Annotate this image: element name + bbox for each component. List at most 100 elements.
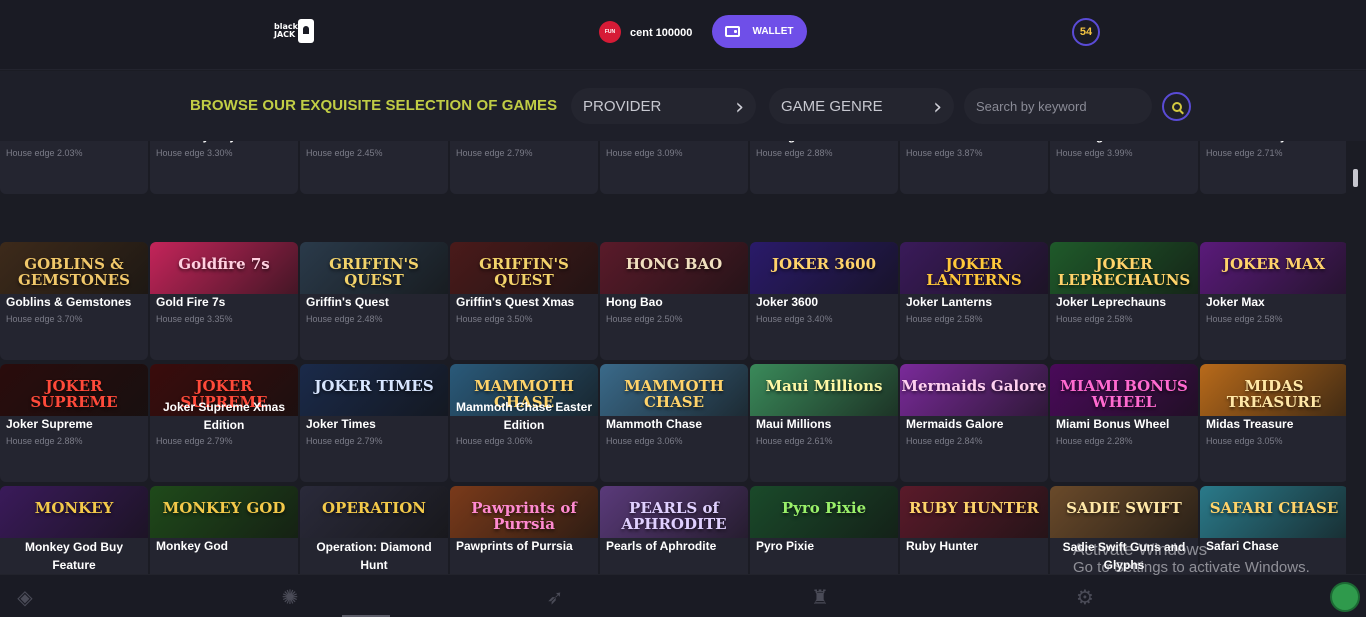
game-card[interactable]: GEMDesert GemHouse edge 2.03%: [0, 141, 148, 194]
game-name: Joker Supreme: [6, 417, 93, 431]
gear-icon[interactable]: ⚙: [1073, 585, 1097, 609]
house-edge: House edge 2.58%: [906, 314, 983, 324]
game-card[interactable]: JOKER MAX Joker Max House edge 2.58%: [1200, 242, 1346, 360]
game-card[interactable]: JOKER SUPREME Joker Supreme Xmas Edition H…: [150, 364, 298, 482]
casino-icon[interactable]: ◈: [13, 585, 37, 609]
provider-filter-label: PROVIDER: [583, 97, 662, 115]
game-thumbnail[interactable]: HONG BAO: [600, 242, 748, 294]
game-name: Miami Bonus Wheel: [1056, 417, 1170, 431]
game-card[interactable]: MIAMI BONUS WHEEL Miami Bonus Wheel House …: [1050, 364, 1198, 482]
game-card[interactable]: DUCKS TILL DAWNDucks Till DawnHouse edge…: [600, 141, 748, 194]
game-thumbnail[interactable]: GRIFFIN'S QUEST: [300, 242, 448, 294]
game-name: Mermaids Galore: [906, 417, 1004, 431]
game-thumbnail-title: Maui Millions: [765, 377, 883, 395]
game-name: Joker Supreme Xmas Edition: [162, 400, 286, 432]
game-thumbnail[interactable]: MIDAS TREASURE: [1200, 364, 1346, 416]
game-thumbnail[interactable]: RUBY HUNTER: [900, 486, 1048, 538]
game-name: Finnegan's Formula: [756, 141, 896, 143]
game-thumbnail[interactable]: MONKEY GOD: [150, 486, 298, 538]
game-thumbnail-title: MONKEY GOD: [162, 499, 286, 517]
game-card[interactable]: Goldfire 7s Gold Fire 7s House edge 3.35%: [150, 242, 298, 360]
game-card[interactable]: HONG BAO Hong Bao House edge 2.50%: [600, 242, 748, 360]
game-card[interactable]: GATES of BABYLONGates of BabylonHouse ed…: [1200, 141, 1346, 194]
game-name: Monkey God: [156, 539, 229, 553]
game-name: Joker 3600: [756, 295, 819, 309]
game-card[interactable]: JOKER 3600 Joker 3600 House edge 3.40%: [750, 242, 898, 360]
notification-badge[interactable]: 54: [1072, 18, 1100, 46]
game-card[interactable]: FIRE EAGLEFire EagleHouse edge 3.99%: [1050, 141, 1198, 194]
game-name: Griffin's Quest Xmas: [456, 295, 575, 309]
game-filter-bar: BROWSE OUR EXQUISITE SELECTION OF GAMES …: [0, 71, 1366, 141]
game-card[interactable]: FIREDRAKES FORTUNEFiredrake's FortuneHou…: [900, 141, 1048, 194]
game-card[interactable]: DOUBLE JOKERDouble JokerHouse edge 2.79%: [450, 141, 598, 194]
game-card[interactable]: PEARLS of APHRODITE Pearls of Aphrodite: [600, 486, 748, 574]
game-card[interactable]: MONKEY GOD Monkey God: [150, 486, 298, 574]
wallet-label: WALLET: [752, 26, 794, 37]
scrollbar[interactable]: [1346, 141, 1366, 574]
game-thumbnail[interactable]: GOBLINS & GEMSTONES: [0, 242, 148, 294]
game-card[interactable]: JOKER LEPRECHAUNS Joker Leprechauns House …: [1050, 242, 1198, 360]
game-card[interactable]: MAMMOTH CHASE Mammoth Chase Easter Editio…: [450, 364, 598, 482]
game-thumbnail[interactable]: Maui Millions: [750, 364, 898, 416]
game-card[interactable]: Mermaids Galore Mermaids Galore House edge…: [900, 364, 1048, 482]
house-edge: House edge 3.30%: [156, 148, 233, 158]
game-card[interactable]: MIDAS TREASURE Midas Treasure House edge 3…: [1200, 364, 1346, 482]
game-thumbnail[interactable]: Goldfire 7s: [150, 242, 298, 294]
game-card[interactable]: JOKER TIMES Joker Times House edge 2.79%: [300, 364, 448, 482]
game-thumbnail[interactable]: MONKEY: [0, 486, 148, 538]
game-card[interactable]: Maui Millions Maui Millions House edge 2.6…: [750, 364, 898, 482]
game-card[interactable]: DOCTOR ELECTRODoctor ElectroHouse edge 2…: [300, 141, 448, 194]
game-thumbnail[interactable]: SADIE SWIFT: [1050, 486, 1198, 538]
game-thumbnail-title: SADIE SWIFT: [1066, 499, 1182, 517]
game-thumbnail[interactable]: MIAMI BONUS WHEEL: [1050, 364, 1198, 416]
game-thumbnail[interactable]: JOKER LANTERNS: [900, 242, 1048, 294]
house-edge: House edge 3.40%: [756, 314, 833, 324]
game-thumbnail[interactable]: JOKER MAX: [1200, 242, 1346, 294]
site-logo[interactable]: black JACK: [274, 18, 318, 44]
game-card[interactable]: FINNEGAN'SFinnegan's FormulaHouse edge 2…: [750, 141, 898, 194]
search-button[interactable]: [1162, 92, 1191, 121]
game-thumbnail[interactable]: SAFARI CHASE: [1200, 486, 1346, 538]
game-name: Doctor Electro: [306, 141, 446, 143]
game-card[interactable]: RUBY HUNTER Ruby Hunter: [900, 486, 1048, 574]
game-thumbnail[interactable]: JOKER 3600: [750, 242, 898, 294]
game-card[interactable]: JOKER LANTERNS Joker Lanterns House edge 2…: [900, 242, 1048, 360]
game-thumbnail[interactable]: GRIFFIN'S QUEST: [450, 242, 598, 294]
game-card[interactable]: MAMMOTH CHASE Mammoth Chase House edge 3.0…: [600, 364, 748, 482]
game-card[interactable]: GRIFFIN'S QUEST Griffin's Quest House edge…: [300, 242, 448, 360]
wallet-button[interactable]: WALLET: [712, 15, 807, 48]
game-name: Joker Lanterns: [906, 295, 993, 309]
game-card[interactable]: GRIFFIN'S QUEST Griffin's Quest Xmas House…: [450, 242, 598, 360]
game-thumbnail[interactable]: Mermaids Galore: [900, 364, 1048, 416]
game-thumbnail[interactable]: Pawprints of Purrsia: [450, 486, 598, 538]
game-thumbnail[interactable]: OPERATION: [300, 486, 448, 538]
game-thumbnail[interactable]: JOKER LEPRECHAUNS: [1050, 242, 1198, 294]
provider-filter[interactable]: PROVIDER ›: [571, 88, 756, 124]
game-name: Joker Leprechauns: [1056, 295, 1167, 309]
game-thumbnail[interactable]: PEARLS of APHRODITE: [600, 486, 748, 538]
game-card[interactable]: JOKER SUPREME Joker Supreme House edge 2.8…: [0, 364, 148, 482]
rocket-icon[interactable]: ➶: [543, 585, 567, 609]
game-name: Ruby Hunter: [906, 539, 978, 553]
game-name: Griffin's Quest: [306, 295, 389, 309]
game-thumbnail-title: Pawprints of Purrsia: [471, 499, 577, 533]
game-card[interactable]: Pyro Pixie Pyro Pixie: [750, 486, 898, 574]
game-card[interactable]: DINO ODYSSEYDino OdysseyHouse edge 3.30%: [150, 141, 298, 194]
genre-filter[interactable]: GAME GENRE ›: [769, 88, 954, 124]
game-thumbnail-title: MONKEY: [34, 499, 114, 517]
card-icon: [298, 19, 314, 43]
brain-icon[interactable]: ✺: [278, 585, 302, 609]
game-card[interactable]: Pawprints of Purrsia Pawprints of Purrsia: [450, 486, 598, 574]
game-thumbnail[interactable]: JOKER SUPREME: [0, 364, 148, 416]
game-card[interactable]: MONKEY Monkey God Buy Feature: [0, 486, 148, 574]
game-thumbnail[interactable]: MAMMOTH CHASE: [600, 364, 748, 416]
search-input[interactable]: [964, 88, 1152, 124]
trophy-icon[interactable]: ♜: [808, 585, 832, 609]
game-card[interactable]: GOBLINS & GEMSTONES Goblins & Gemstones Ho…: [0, 242, 148, 360]
chat-widget-icon[interactable]: [1330, 582, 1360, 612]
game-card[interactable]: OPERATION Operation: Diamond Hunt: [300, 486, 448, 574]
game-thumbnail-title: JOKER 3600: [771, 255, 877, 273]
game-thumbnail[interactable]: JOKER TIMES: [300, 364, 448, 416]
scroll-thumb[interactable]: [1353, 169, 1358, 187]
game-thumbnail[interactable]: Pyro Pixie: [750, 486, 898, 538]
